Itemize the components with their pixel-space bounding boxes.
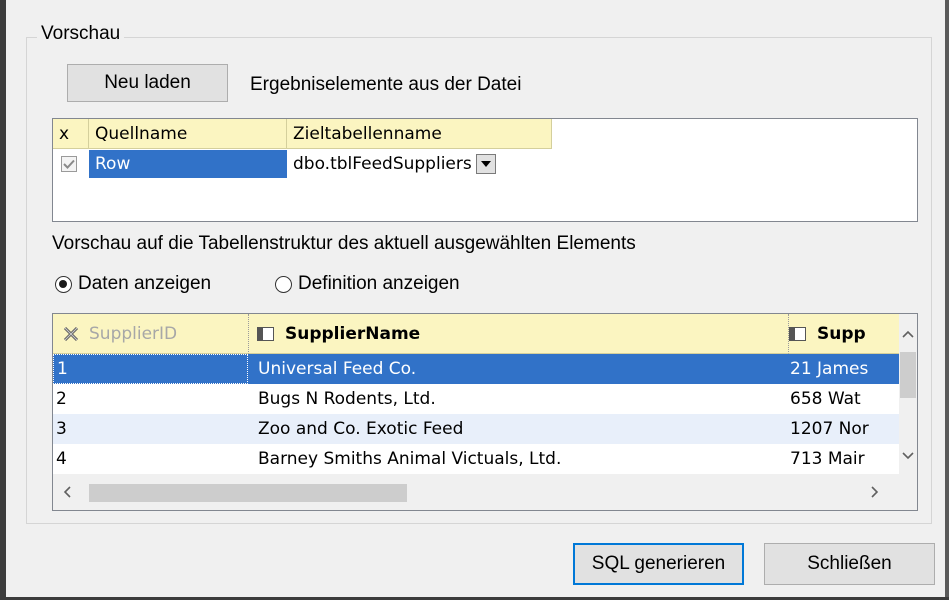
- window-border-right: [945, 0, 949, 600]
- column-header-supp[interactable]: Supp: [788, 314, 899, 354]
- group-title: Vorschau: [37, 23, 125, 45]
- column-icon: [789, 326, 806, 341]
- table-row[interactable]: 4 Barney Smiths Animal Victuals, Ltd. 71…: [53, 444, 899, 474]
- header-source-name[interactable]: Quellname: [89, 119, 287, 149]
- window-border-left: [0, 0, 6, 600]
- horizontal-scroll-thumb[interactable]: [89, 484, 407, 502]
- scroll-left-icon[interactable]: [59, 483, 77, 501]
- row-checkbox-cell[interactable]: [53, 150, 89, 178]
- table-row[interactable]: 2 Bugs N Rodents, Ltd. 658 Wat: [53, 384, 899, 414]
- cell-id[interactable]: 1: [53, 354, 248, 384]
- cell-name[interactable]: Universal Feed Co.: [258, 354, 778, 384]
- cell-name[interactable]: Barney Smiths Animal Victuals, Ltd.: [258, 444, 778, 474]
- row-source-name[interactable]: Row: [89, 150, 287, 178]
- cell-address[interactable]: 1207 Nor: [790, 414, 899, 444]
- vertical-scroll-thumb[interactable]: [900, 352, 916, 398]
- result-elements-label: Ergebniselemente aus der Datei: [250, 74, 522, 95]
- cell-address[interactable]: 713 Mair: [790, 444, 899, 474]
- radio-show-data[interactable]: [55, 276, 72, 293]
- checkbox-checked-icon[interactable]: [61, 156, 77, 172]
- table-row[interactable]: 1 Universal Feed Co. 21 James: [53, 354, 899, 384]
- cell-id[interactable]: 4: [53, 444, 248, 474]
- scroll-up-icon[interactable]: [899, 326, 917, 344]
- vertical-scrollbar[interactable]: [899, 314, 917, 474]
- row-target-table[interactable]: dbo.tblFeedSuppliers: [287, 150, 552, 178]
- radio-show-definition[interactable]: [275, 276, 292, 293]
- column-header-supplierid-label: SupplierID: [89, 323, 178, 344]
- column-header-supplierid[interactable]: SupplierID: [53, 314, 248, 354]
- cell-id[interactable]: 3: [53, 414, 248, 444]
- row-target-table-value: dbo.tblFeedSuppliers: [293, 154, 472, 174]
- mapping-list[interactable]: x Quellname Zieltabellenname Row dbo.tbl…: [52, 118, 918, 222]
- scroll-right-icon[interactable]: [865, 483, 883, 501]
- structure-preview-label: Vorschau auf die Tabellenstruktur des ak…: [52, 233, 636, 254]
- header-x: x: [53, 119, 89, 149]
- table-row[interactable]: 3 Zoo and Co. Exotic Feed 1207 Nor: [53, 414, 899, 444]
- reload-button[interactable]: Neu laden: [67, 64, 228, 102]
- horizontal-scrollbar[interactable]: [53, 474, 899, 510]
- scrollbar-corner: [899, 474, 917, 510]
- radio-show-definition-label[interactable]: Definition anzeigen: [298, 273, 460, 295]
- close-button[interactable]: Schließen: [764, 543, 935, 585]
- cell-address[interactable]: 21 James: [790, 354, 899, 384]
- cell-name[interactable]: Bugs N Rodents, Ltd.: [258, 384, 778, 414]
- cell-address[interactable]: 658 Wat: [790, 384, 899, 414]
- chevron-down-icon: [480, 161, 491, 167]
- radio-show-data-label[interactable]: Daten anzeigen: [78, 273, 211, 295]
- generate-sql-button[interactable]: SQL generieren: [573, 543, 744, 585]
- cell-id[interactable]: 2: [53, 384, 248, 414]
- data-preview-grid[interactable]: SupplierID SupplierName Supp 1 Universal…: [52, 313, 918, 511]
- header-target-table[interactable]: Zieltabellenname: [287, 119, 552, 149]
- column-header-supp-label: Supp: [817, 323, 866, 344]
- column-icon: [257, 326, 274, 341]
- column-header-suppliername-label: SupplierName: [285, 323, 421, 344]
- key-column-icon: [63, 326, 79, 341]
- scroll-down-icon[interactable]: [899, 446, 917, 464]
- dropdown-button[interactable]: [475, 154, 496, 174]
- column-header-suppliername[interactable]: SupplierName: [248, 314, 788, 354]
- cell-name[interactable]: Zoo and Co. Exotic Feed: [258, 414, 778, 444]
